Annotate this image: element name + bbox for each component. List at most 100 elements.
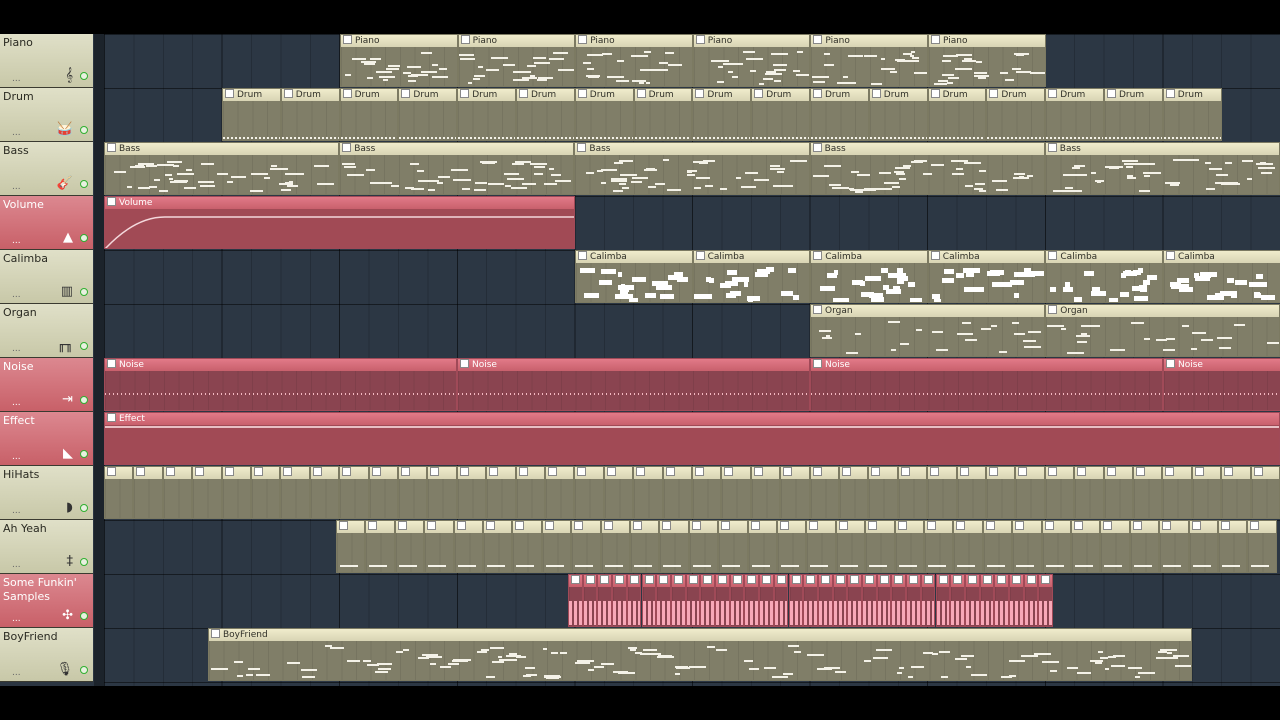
pattern-clip[interactable] [1129, 520, 1160, 573]
track-header[interactable]: BoyFriend... 🎙 [0, 628, 93, 682]
track-header[interactable]: Some Funkin' Samples... ✣ [0, 574, 93, 628]
pattern-clip[interactable] [1038, 574, 1054, 627]
pattern-clip[interactable] [483, 520, 513, 573]
pattern-clip[interactable] [670, 574, 686, 627]
pattern-clip[interactable] [906, 574, 921, 627]
track-menu-dots[interactable]: ... [12, 291, 21, 300]
pattern-clip[interactable] [424, 520, 454, 573]
pattern-clip[interactable] [1221, 466, 1251, 519]
pattern-clip[interactable]: Noise [104, 358, 457, 411]
pattern-clip[interactable] [394, 520, 425, 573]
pattern-clip[interactable] [759, 574, 774, 627]
pattern-clip[interactable] [1250, 466, 1280, 519]
pattern-clip[interactable]: Drum [398, 88, 458, 141]
track-enable-led[interactable] [80, 612, 88, 620]
pattern-clip[interactable]: Drum [927, 88, 987, 141]
track-menu-dots[interactable]: ... [12, 399, 21, 408]
pattern-clip[interactable] [1100, 520, 1130, 573]
pattern-clip[interactable]: Noise [810, 358, 1163, 411]
pattern-clip[interactable]: Piano [928, 34, 1046, 87]
pattern-clip[interactable] [747, 520, 777, 573]
pattern-clip[interactable] [773, 574, 789, 627]
pattern-clip[interactable] [630, 520, 660, 573]
pattern-clip[interactable] [568, 574, 583, 627]
track-enable-led[interactable] [80, 450, 88, 458]
playlist-splitter[interactable] [94, 34, 104, 686]
pattern-clip[interactable]: Calimba [810, 250, 928, 303]
pattern-clip[interactable] [192, 466, 222, 519]
track-enable-led[interactable] [80, 126, 88, 134]
pattern-clip[interactable] [1015, 466, 1045, 519]
pattern-clip[interactable] [700, 574, 715, 627]
pattern-clip[interactable] [612, 574, 627, 627]
pattern-clip[interactable] [368, 466, 398, 519]
pattern-clip[interactable]: Calimba [927, 250, 1046, 303]
track-enable-led[interactable] [80, 666, 88, 674]
pattern-clip[interactable]: Bass [574, 142, 810, 195]
track-menu-dots[interactable]: ... [12, 345, 21, 354]
track-menu-dots[interactable]: ... [12, 507, 21, 516]
pattern-clip[interactable] [398, 466, 428, 519]
pattern-clip[interactable]: Drum [222, 88, 281, 141]
pattern-clip[interactable] [982, 520, 1013, 573]
track-enable-led[interactable] [80, 504, 88, 512]
pattern-clip[interactable] [956, 466, 986, 519]
pattern-clip[interactable] [104, 466, 134, 519]
pattern-clip[interactable]: Drum [1104, 88, 1163, 141]
pattern-clip[interactable] [515, 466, 545, 519]
track-header[interactable]: Drum... 🥁 [0, 88, 93, 142]
pattern-clip[interactable] [935, 574, 951, 627]
track-enable-led[interactable] [80, 342, 88, 350]
pattern-clip[interactable] [950, 574, 965, 627]
pattern-clip[interactable] [662, 466, 692, 519]
pattern-clip[interactable]: Drum [751, 88, 810, 141]
pattern-clip[interactable] [597, 574, 613, 627]
pattern-clip[interactable] [1133, 466, 1163, 519]
pattern-clip[interactable]: Calimba [575, 250, 693, 303]
pattern-clip[interactable] [600, 520, 630, 573]
pattern-clip[interactable]: Drum [633, 88, 693, 141]
pattern-clip[interactable] [891, 574, 907, 627]
track-header[interactable]: Piano... 𝄞 [0, 34, 93, 88]
pattern-clip[interactable]: Drum [457, 88, 516, 141]
pattern-clip[interactable] [924, 520, 954, 573]
pattern-clip[interactable] [545, 466, 575, 519]
pattern-clip[interactable]: Noise [1163, 358, 1280, 411]
pattern-clip[interactable]: Drum [1162, 88, 1222, 141]
pattern-clip[interactable] [456, 466, 487, 519]
pattern-clip[interactable] [688, 520, 719, 573]
pattern-clip[interactable] [715, 574, 730, 627]
pattern-clip[interactable]: Noise [457, 358, 810, 411]
track-header[interactable]: Volume... ▲ [0, 196, 93, 250]
playlist-grid[interactable]: Piano Piano Piano Piano Piano Piano Drum Drum Dr… [104, 34, 1280, 686]
track-header[interactable]: Bass... 🎸 [0, 142, 93, 196]
pattern-clip[interactable] [788, 574, 804, 627]
pattern-clip[interactable] [1162, 466, 1192, 519]
pattern-clip[interactable] [427, 466, 457, 519]
pattern-clip[interactable]: Drum [868, 88, 928, 141]
pattern-clip[interactable] [133, 466, 163, 519]
pattern-clip[interactable] [365, 520, 395, 573]
pattern-clip[interactable] [862, 574, 877, 627]
pattern-clip[interactable]: Drum [810, 88, 869, 141]
pattern-clip[interactable]: BoyFriend [208, 628, 1192, 681]
pattern-clip[interactable] [692, 466, 722, 519]
pattern-clip[interactable] [835, 520, 866, 573]
pattern-clip[interactable] [897, 466, 928, 519]
pattern-clip[interactable] [1044, 466, 1075, 519]
track-menu-dots[interactable]: ... [12, 669, 21, 678]
track-menu-dots[interactable]: ... [12, 129, 21, 138]
pattern-clip[interactable] [574, 466, 604, 519]
pattern-clip[interactable] [920, 574, 936, 627]
pattern-clip[interactable] [953, 520, 983, 573]
pattern-clip[interactable] [309, 466, 340, 519]
pattern-clip[interactable] [1191, 466, 1222, 519]
track-menu-dots[interactable]: ... [12, 615, 21, 624]
pattern-clip[interactable]: Drum [574, 88, 634, 141]
pattern-clip[interactable] [251, 466, 281, 519]
pattern-clip[interactable] [162, 466, 193, 519]
track-menu-dots[interactable]: ... [12, 75, 21, 84]
track-menu-dots[interactable]: ... [12, 237, 21, 246]
pattern-clip[interactable] [964, 574, 980, 627]
pattern-clip[interactable] [832, 574, 848, 627]
